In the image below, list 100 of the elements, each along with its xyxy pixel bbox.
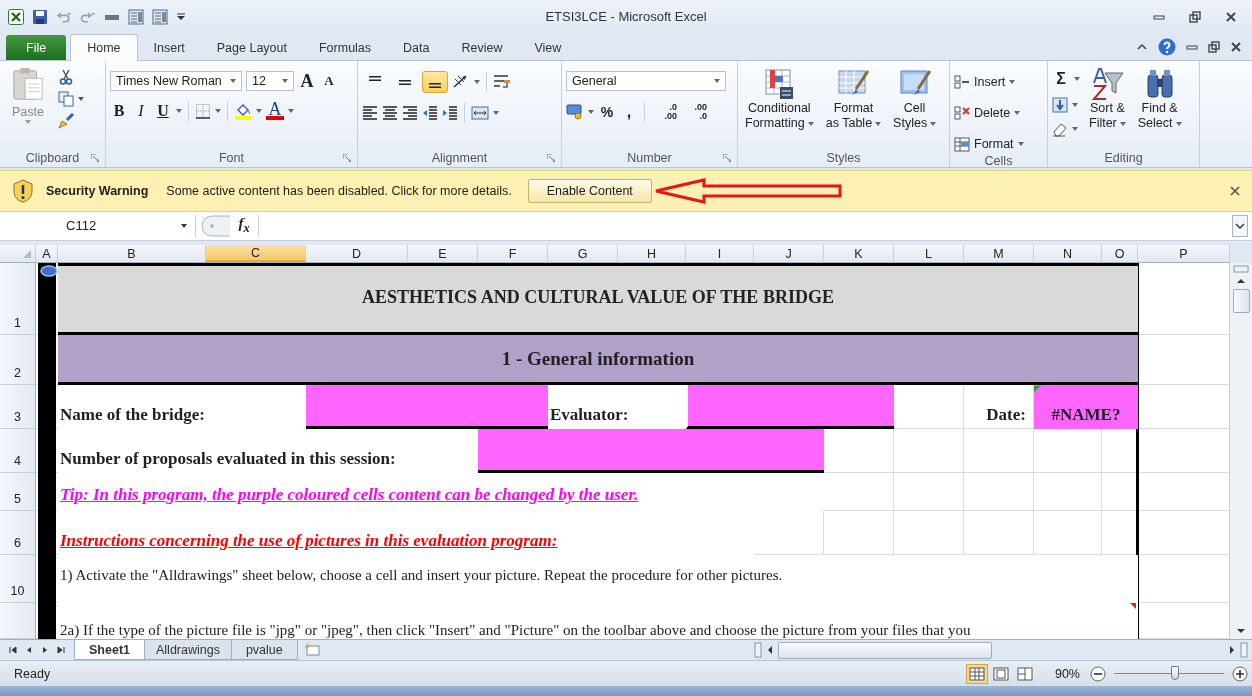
- scissors-icon[interactable]: [58, 69, 74, 86]
- styles-button[interactable]: Conditional Formatting: [742, 65, 817, 134]
- caret-icon[interactable]: [78, 97, 84, 102]
- editing-button[interactable]: Sort & Filter: [1086, 65, 1129, 134]
- caret-icon[interactable]: [493, 111, 499, 116]
- close-icon[interactable]: [1230, 41, 1242, 54]
- percent-button[interactable]: %: [598, 102, 616, 123]
- ribbon-tab[interactable]: File: [6, 35, 67, 61]
- font-color-button[interactable]: A: [266, 102, 284, 121]
- dialog-launcher-icon[interactable]: [547, 154, 555, 163]
- underline-button[interactable]: U: [154, 101, 172, 122]
- column-header[interactable]: H: [618, 244, 686, 263]
- column-header[interactable]: P: [1138, 244, 1230, 263]
- input-cell[interactable]: [686, 385, 894, 430]
- caret-icon[interactable]: [1074, 77, 1080, 82]
- row-header[interactable]: 10: [0, 555, 36, 604]
- increase-indent-icon[interactable]: [442, 105, 458, 122]
- column-header[interactable]: I: [686, 244, 754, 263]
- scrollbar-thumb[interactable]: [778, 641, 992, 659]
- zoom-level[interactable]: 90%: [1054, 666, 1080, 681]
- input-cell[interactable]: [478, 429, 824, 474]
- caret-icon[interactable]: [1072, 103, 1078, 108]
- row-header[interactable]: 3: [0, 385, 36, 430]
- row-header[interactable]: 6: [0, 511, 36, 556]
- vertical-scrollbar[interactable]: [1229, 263, 1252, 640]
- help-icon[interactable]: [1158, 38, 1176, 57]
- close-icon[interactable]: [1230, 186, 1240, 196]
- column-header[interactable]: O: [1102, 244, 1138, 263]
- align-center-icon[interactable]: [382, 105, 398, 122]
- table-cell[interactable]: #NAME?: [1034, 385, 1138, 430]
- column-header[interactable]: L: [894, 244, 964, 263]
- column-header[interactable]: A: [36, 244, 58, 263]
- font-size-dropdown[interactable]: 12: [246, 71, 294, 92]
- grow-font-button[interactable]: A: [298, 71, 316, 92]
- row-header[interactable]: 2: [0, 335, 36, 386]
- ribbon-tab[interactable]: Formulas: [302, 35, 388, 61]
- styles-button[interactable]: Cell Styles: [890, 65, 940, 134]
- formula-bar-handle-icon[interactable]: [200, 214, 230, 237]
- paintbrush-icon[interactable]: [58, 113, 74, 130]
- expand-icon[interactable]: [1232, 214, 1248, 237]
- ribbon-tab[interactable]: Home: [70, 34, 138, 62]
- align-right-icon[interactable]: [402, 105, 418, 122]
- ribbon-tab[interactable]: Data: [387, 35, 446, 61]
- sheet-tab[interactable]: pvalue: [230, 640, 298, 660]
- caret-icon[interactable]: [215, 109, 221, 114]
- column-header[interactable]: K: [824, 244, 894, 263]
- currency-icon[interactable]: [566, 103, 584, 122]
- row-header[interactable]: 1: [0, 263, 36, 336]
- column-header[interactable]: M: [964, 244, 1034, 263]
- dialog-launcher-icon[interactable]: [91, 154, 99, 163]
- align-left-icon[interactable]: [362, 105, 378, 122]
- vertical-align-button[interactable]: [422, 71, 448, 94]
- caret-icon[interactable]: [176, 109, 182, 114]
- row-header[interactable]: 5: [0, 473, 36, 512]
- cells-button[interactable]: Insert: [954, 71, 1016, 93]
- column-header[interactable]: F: [478, 244, 548, 263]
- ribbon-tab[interactable]: Page Layout: [200, 35, 303, 61]
- cells-button[interactable]: Format: [954, 133, 1024, 155]
- scrollbar-thumb[interactable]: [1232, 289, 1250, 314]
- editing-button[interactable]: Find & Select: [1134, 65, 1185, 134]
- decrease-indent-icon[interactable]: [422, 105, 438, 122]
- number-format-dropdown[interactable]: General: [566, 71, 726, 92]
- page-break-icon[interactable]: [1014, 664, 1035, 683]
- zoom-out-icon[interactable]: [1090, 665, 1106, 682]
- cells-button[interactable]: Delete: [954, 102, 1021, 124]
- customize-menu-icon[interactable]: [176, 11, 186, 22]
- page-layout-icon[interactable]: [990, 664, 1011, 683]
- decrease-decimal-button[interactable]: .00 .0: [681, 101, 707, 124]
- column-header[interactable]: G: [548, 244, 618, 263]
- column-header[interactable]: D: [306, 244, 408, 263]
- column-header[interactable]: C: [206, 244, 306, 263]
- split-handle-icon[interactable]: [1233, 265, 1249, 274]
- oval-shape[interactable]: [40, 265, 58, 278]
- italic-button[interactable]: I: [132, 101, 150, 122]
- name-box[interactable]: C112: [0, 214, 196, 237]
- enable-content-button[interactable]: Enable Content: [527, 179, 652, 203]
- split-handle-icon[interactable]: [1240, 642, 1248, 659]
- ribbon-tab[interactable]: Review: [445, 35, 519, 61]
- zoom-slider-thumb[interactable]: [1170, 666, 1179, 681]
- caret-icon[interactable]: [256, 109, 262, 114]
- shrink-font-button[interactable]: A: [320, 71, 338, 92]
- ribbon-tab[interactable]: Insert: [137, 35, 201, 61]
- normal-view-icon[interactable]: [966, 664, 987, 683]
- increase-decimal-button[interactable]: .0 .00: [651, 101, 677, 124]
- column-header[interactable]: J: [754, 244, 824, 263]
- form-icon[interactable]: [152, 8, 168, 25]
- form-icon[interactable]: [128, 8, 144, 25]
- font-name-dropdown[interactable]: Times New Roman: [110, 71, 242, 92]
- bold-button[interactable]: B: [110, 101, 128, 122]
- caret-icon[interactable]: [474, 80, 480, 85]
- input-cell[interactable]: [306, 385, 548, 430]
- fill-color-icon[interactable]: [234, 102, 252, 121]
- zoom-in-icon[interactable]: [1232, 665, 1248, 682]
- autosum-button[interactable]: Σ: [1052, 69, 1070, 90]
- dialog-launcher-icon[interactable]: [723, 154, 731, 163]
- comma-style-button[interactable]: ,: [620, 102, 638, 123]
- ribbon-tab[interactable]: View: [518, 35, 578, 61]
- save-icon[interactable]: [32, 8, 48, 25]
- security-message[interactable]: Some active content has been disabled. Click for more details.: [166, 184, 512, 198]
- column-header[interactable]: E: [408, 244, 478, 263]
